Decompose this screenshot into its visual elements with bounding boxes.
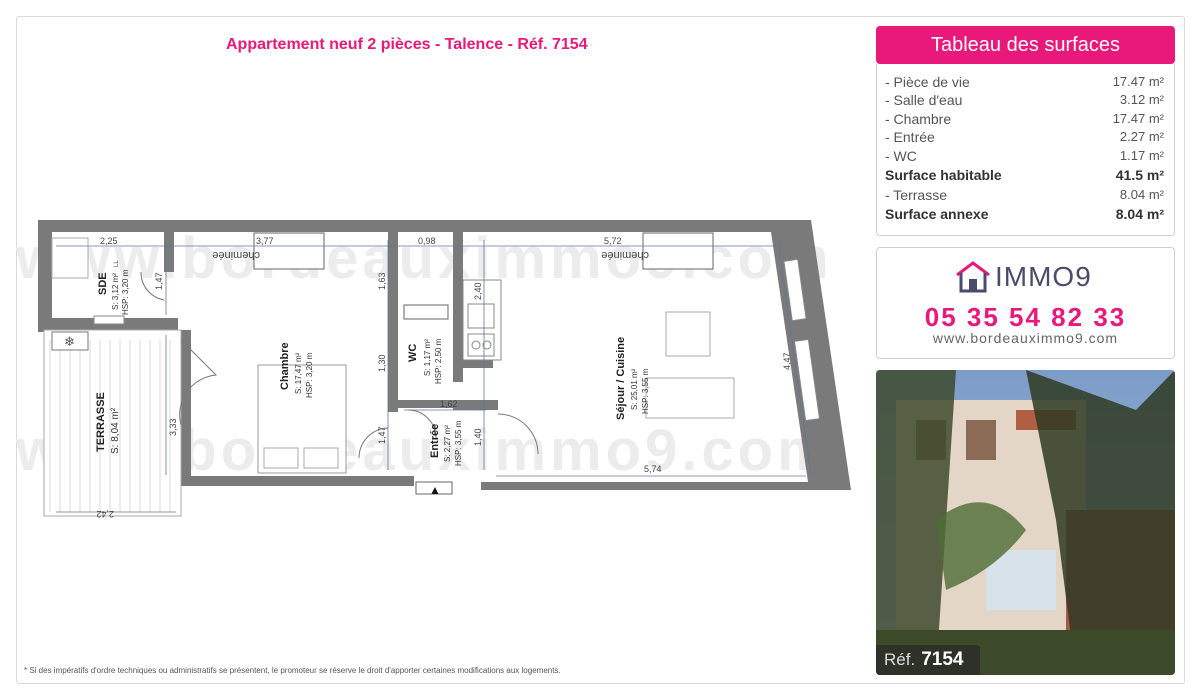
dim-242: 2,42 bbox=[96, 509, 114, 519]
pillow-1 bbox=[263, 447, 299, 469]
surface-label: - WC bbox=[885, 147, 917, 164]
surface-label: Surface habitable bbox=[885, 166, 1002, 183]
surface-label: Surface annexe bbox=[885, 206, 989, 223]
ref-badge: Réf. 7154 bbox=[876, 645, 980, 675]
room-wc-name: WC bbox=[407, 344, 419, 362]
floor-plan: www.bordeauximmo9.com www.bordeauximmo9.… bbox=[16, 220, 851, 519]
surface-value: 3.12 m² bbox=[1119, 92, 1164, 108]
surface-label: - Terrasse bbox=[885, 186, 947, 203]
room-sejour-name: Séjour / Cuisine bbox=[615, 337, 627, 420]
room-chambre-name: Chambre bbox=[279, 342, 291, 390]
chimney-label-sejour: cheminée bbox=[601, 249, 649, 261]
surface-value: 1.17 m² bbox=[1119, 147, 1164, 163]
surface-value: 41.5 m² bbox=[1115, 166, 1164, 183]
dim-162: 1,62 bbox=[440, 399, 458, 409]
room-entree-name: Entrée bbox=[429, 424, 441, 458]
surface-row: - Salle d'eau 3.12 m² bbox=[885, 91, 1164, 109]
room-entree-hsp: HSP: 3,55 m bbox=[454, 420, 463, 466]
room-sejour-hsp: HSP: 3,55 m bbox=[641, 368, 650, 414]
surface-value: 17.47 m² bbox=[1112, 74, 1164, 89]
ref-number: 7154 bbox=[921, 649, 964, 670]
room-entree-surface: S: 2,27 m² bbox=[443, 425, 452, 462]
surfaces-table: - Pièce de vie 17.47 m² - Salle d'eau 3.12 … bbox=[876, 64, 1175, 236]
room-chambre-hsp: HSP: 3,20 m bbox=[305, 352, 314, 398]
surface-value: 2.27 m² bbox=[1119, 129, 1164, 145]
surface-row: - Pièce de vie 17.47 m² bbox=[885, 73, 1164, 91]
dim-574: 5,74 bbox=[644, 464, 662, 474]
table bbox=[665, 311, 711, 357]
room-wc: WC S: 1,17 m² HSP: 2,50 m bbox=[407, 338, 443, 384]
surface-value: 8.04 m² bbox=[1115, 206, 1164, 223]
chimney-sejour bbox=[642, 232, 714, 270]
entry-arrow-icon: ▲ bbox=[429, 483, 441, 497]
room-terrasse-name: TERRASSE bbox=[95, 392, 107, 452]
dim-130: 1,30 bbox=[377, 354, 387, 372]
dim-140: 1,40 bbox=[473, 428, 483, 446]
room-wc-surface: S: 1,17 m² bbox=[423, 339, 432, 376]
plan-title: Appartement neuf 2 pièces - Talence - Ré… bbox=[226, 36, 588, 53]
snowflake-icon: ❄ bbox=[64, 334, 75, 349]
surface-value: 8.04 m² bbox=[1119, 186, 1164, 202]
surface-row: - Terrasse 8.04 m² bbox=[885, 186, 1164, 204]
room-wc-hsp: HSP: 2,50 m bbox=[434, 338, 443, 384]
dim-240: 2,40 bbox=[473, 282, 483, 300]
footnote: * Si des impératifs d'ordre techniques o… bbox=[24, 666, 561, 675]
dim-098: 0,98 bbox=[418, 236, 436, 246]
surface-row: Surface annexe 8.04 m² bbox=[885, 204, 1164, 225]
surface-row: - Entrée 2.27 m² bbox=[885, 128, 1164, 146]
dim-572: 5,72 bbox=[604, 236, 622, 246]
phone-number[interactable]: 05 35 54 82 33 bbox=[877, 302, 1174, 333]
shower bbox=[51, 237, 89, 279]
surfaces-header: Tableau des surfaces bbox=[876, 26, 1175, 64]
wall-wc-left bbox=[388, 232, 398, 412]
room-terrasse-surface: S: 8,04 m² bbox=[110, 407, 121, 454]
wall-sde-chambre bbox=[164, 232, 174, 272]
chimney-label-chambre: cheminée bbox=[212, 249, 260, 261]
room-sde-hsp: HSP: 3,20 m bbox=[121, 269, 130, 315]
pillow-2 bbox=[303, 447, 339, 469]
room-sejour-surface: S: 25,01 m² bbox=[630, 368, 639, 410]
dim-377: 3,77 bbox=[256, 236, 274, 246]
surface-row: - WC 1.17 m² bbox=[885, 147, 1164, 165]
surface-label: - Entrée bbox=[885, 129, 935, 146]
dim-447: 4,47 bbox=[782, 352, 792, 370]
surface-label: - Salle d'eau bbox=[885, 92, 963, 109]
surface-value: 17.47 m² bbox=[1112, 110, 1164, 126]
logo-text: IMMO9 bbox=[995, 261, 1092, 292]
wall-chambre-left bbox=[181, 330, 191, 480]
dim-225: 2,25 bbox=[100, 236, 118, 246]
room-sejour: Séjour / Cuisine S: 25,01 m² HSP: 3,55 m bbox=[615, 337, 650, 420]
wc-seat bbox=[403, 304, 449, 320]
website-link[interactable]: www.bordeauximmo9.com bbox=[877, 330, 1174, 346]
wall-left-sde bbox=[38, 232, 52, 332]
surface-row: - Chambre 17.47 m² bbox=[885, 110, 1164, 128]
sofa bbox=[645, 377, 735, 419]
ref-label: Réf. bbox=[884, 650, 916, 669]
photo-illustration bbox=[876, 370, 1175, 675]
ll-label: LL bbox=[114, 260, 120, 267]
room-sde-surface: S: 3,12 m² bbox=[111, 273, 120, 310]
washbasin bbox=[93, 315, 125, 325]
surface-row: Surface habitable 41.5 m² bbox=[885, 165, 1164, 186]
house-icon bbox=[956, 261, 990, 293]
wall-kitchen-bottom bbox=[453, 360, 493, 368]
wall-entree-right bbox=[453, 400, 498, 410]
dim-163: 1,63 bbox=[377, 272, 387, 290]
dim-147a: 1,47 bbox=[154, 272, 164, 290]
property-photo: Réf. 7154 bbox=[876, 370, 1175, 675]
dim-147b: 1,47 bbox=[377, 426, 387, 444]
room-chambre: Chambre S: 17,47 m² HSP: 3,20 m bbox=[279, 342, 314, 398]
surface-label: - Pièce de vie bbox=[885, 74, 970, 90]
room-sde-name: SDE bbox=[97, 272, 109, 295]
wall-kitchen bbox=[453, 232, 463, 382]
room-chambre-surface: S: 17,47 m² bbox=[294, 352, 303, 394]
surface-label: - Chambre bbox=[885, 110, 952, 127]
sink bbox=[467, 303, 495, 329]
dim-333: 3,33 bbox=[168, 418, 178, 436]
immo9-logo[interactable]: IMMO9 bbox=[953, 259, 1103, 295]
wall-bottom-left bbox=[181, 476, 414, 486]
contact-card: IMMO9 05 35 54 82 33 www.bordeauximmo9.c… bbox=[876, 247, 1175, 359]
